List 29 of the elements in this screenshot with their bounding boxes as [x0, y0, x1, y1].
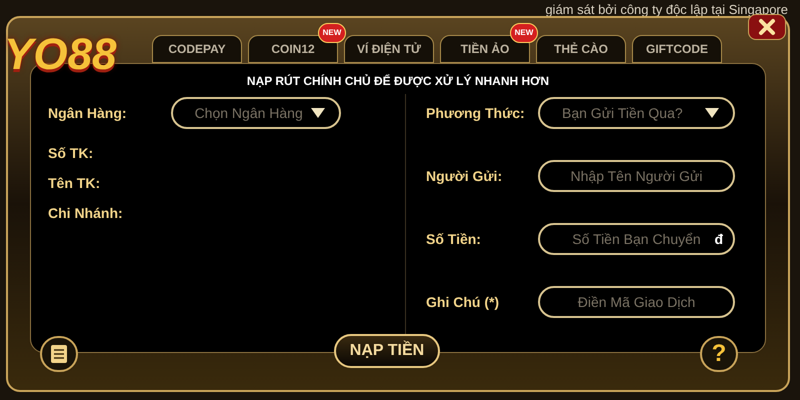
field-label: Tên TK:: [48, 174, 100, 192]
close-icon: [758, 18, 776, 36]
field-label: Số Tiền:: [426, 230, 481, 248]
field-label: Phương Thức:: [426, 104, 525, 123]
currency-label: đ: [714, 230, 723, 249]
tab[interactable]: VÍ ĐIỆN TỬ: [344, 35, 434, 63]
dropdown[interactable]: Chọn Ngân Hàng: [170, 97, 341, 129]
field-label: Người Gửi:: [426, 166, 502, 186]
caret-icon: [705, 108, 719, 118]
new-badge: NEW: [318, 23, 346, 43]
caret-icon: [310, 108, 325, 118]
new-badge: NEW: [510, 23, 538, 43]
field-label: Chi Nhánh:: [48, 204, 123, 222]
notice-text: giám sát bởi công ty độc lập tại Singapore: [545, 1, 788, 19]
deposit-button[interactable]: NẠP TIỀN: [334, 334, 440, 368]
tab[interactable]: COIN12: [248, 35, 338, 63]
tab[interactable]: TIỀN ẢO: [440, 35, 530, 63]
tab[interactable]: GIFTCODE: [632, 35, 722, 63]
field-label: Ghi Chú (*): [426, 292, 500, 312]
input-field[interactable]: Điền Mã Giao Dịch: [538, 286, 735, 318]
tab[interactable]: THẺ CÀO: [536, 35, 626, 63]
input-field[interactable]: Nhập Tên Người Gửi: [538, 160, 735, 192]
document-icon: [51, 345, 67, 363]
tab[interactable]: CODEPAY: [152, 35, 242, 63]
field-label: Số TK:: [48, 144, 94, 162]
dropdown[interactable]: Bạn Gửi Tiền Qua?: [538, 97, 735, 129]
close-button[interactable]: [748, 14, 786, 40]
field-label: Ngân Hàng:: [48, 104, 127, 123]
form-title: NẠP RÚT CHÍNH CHỦ ĐỂ ĐƯỢC XỬ LÝ NHANH HƠN: [246, 73, 550, 90]
